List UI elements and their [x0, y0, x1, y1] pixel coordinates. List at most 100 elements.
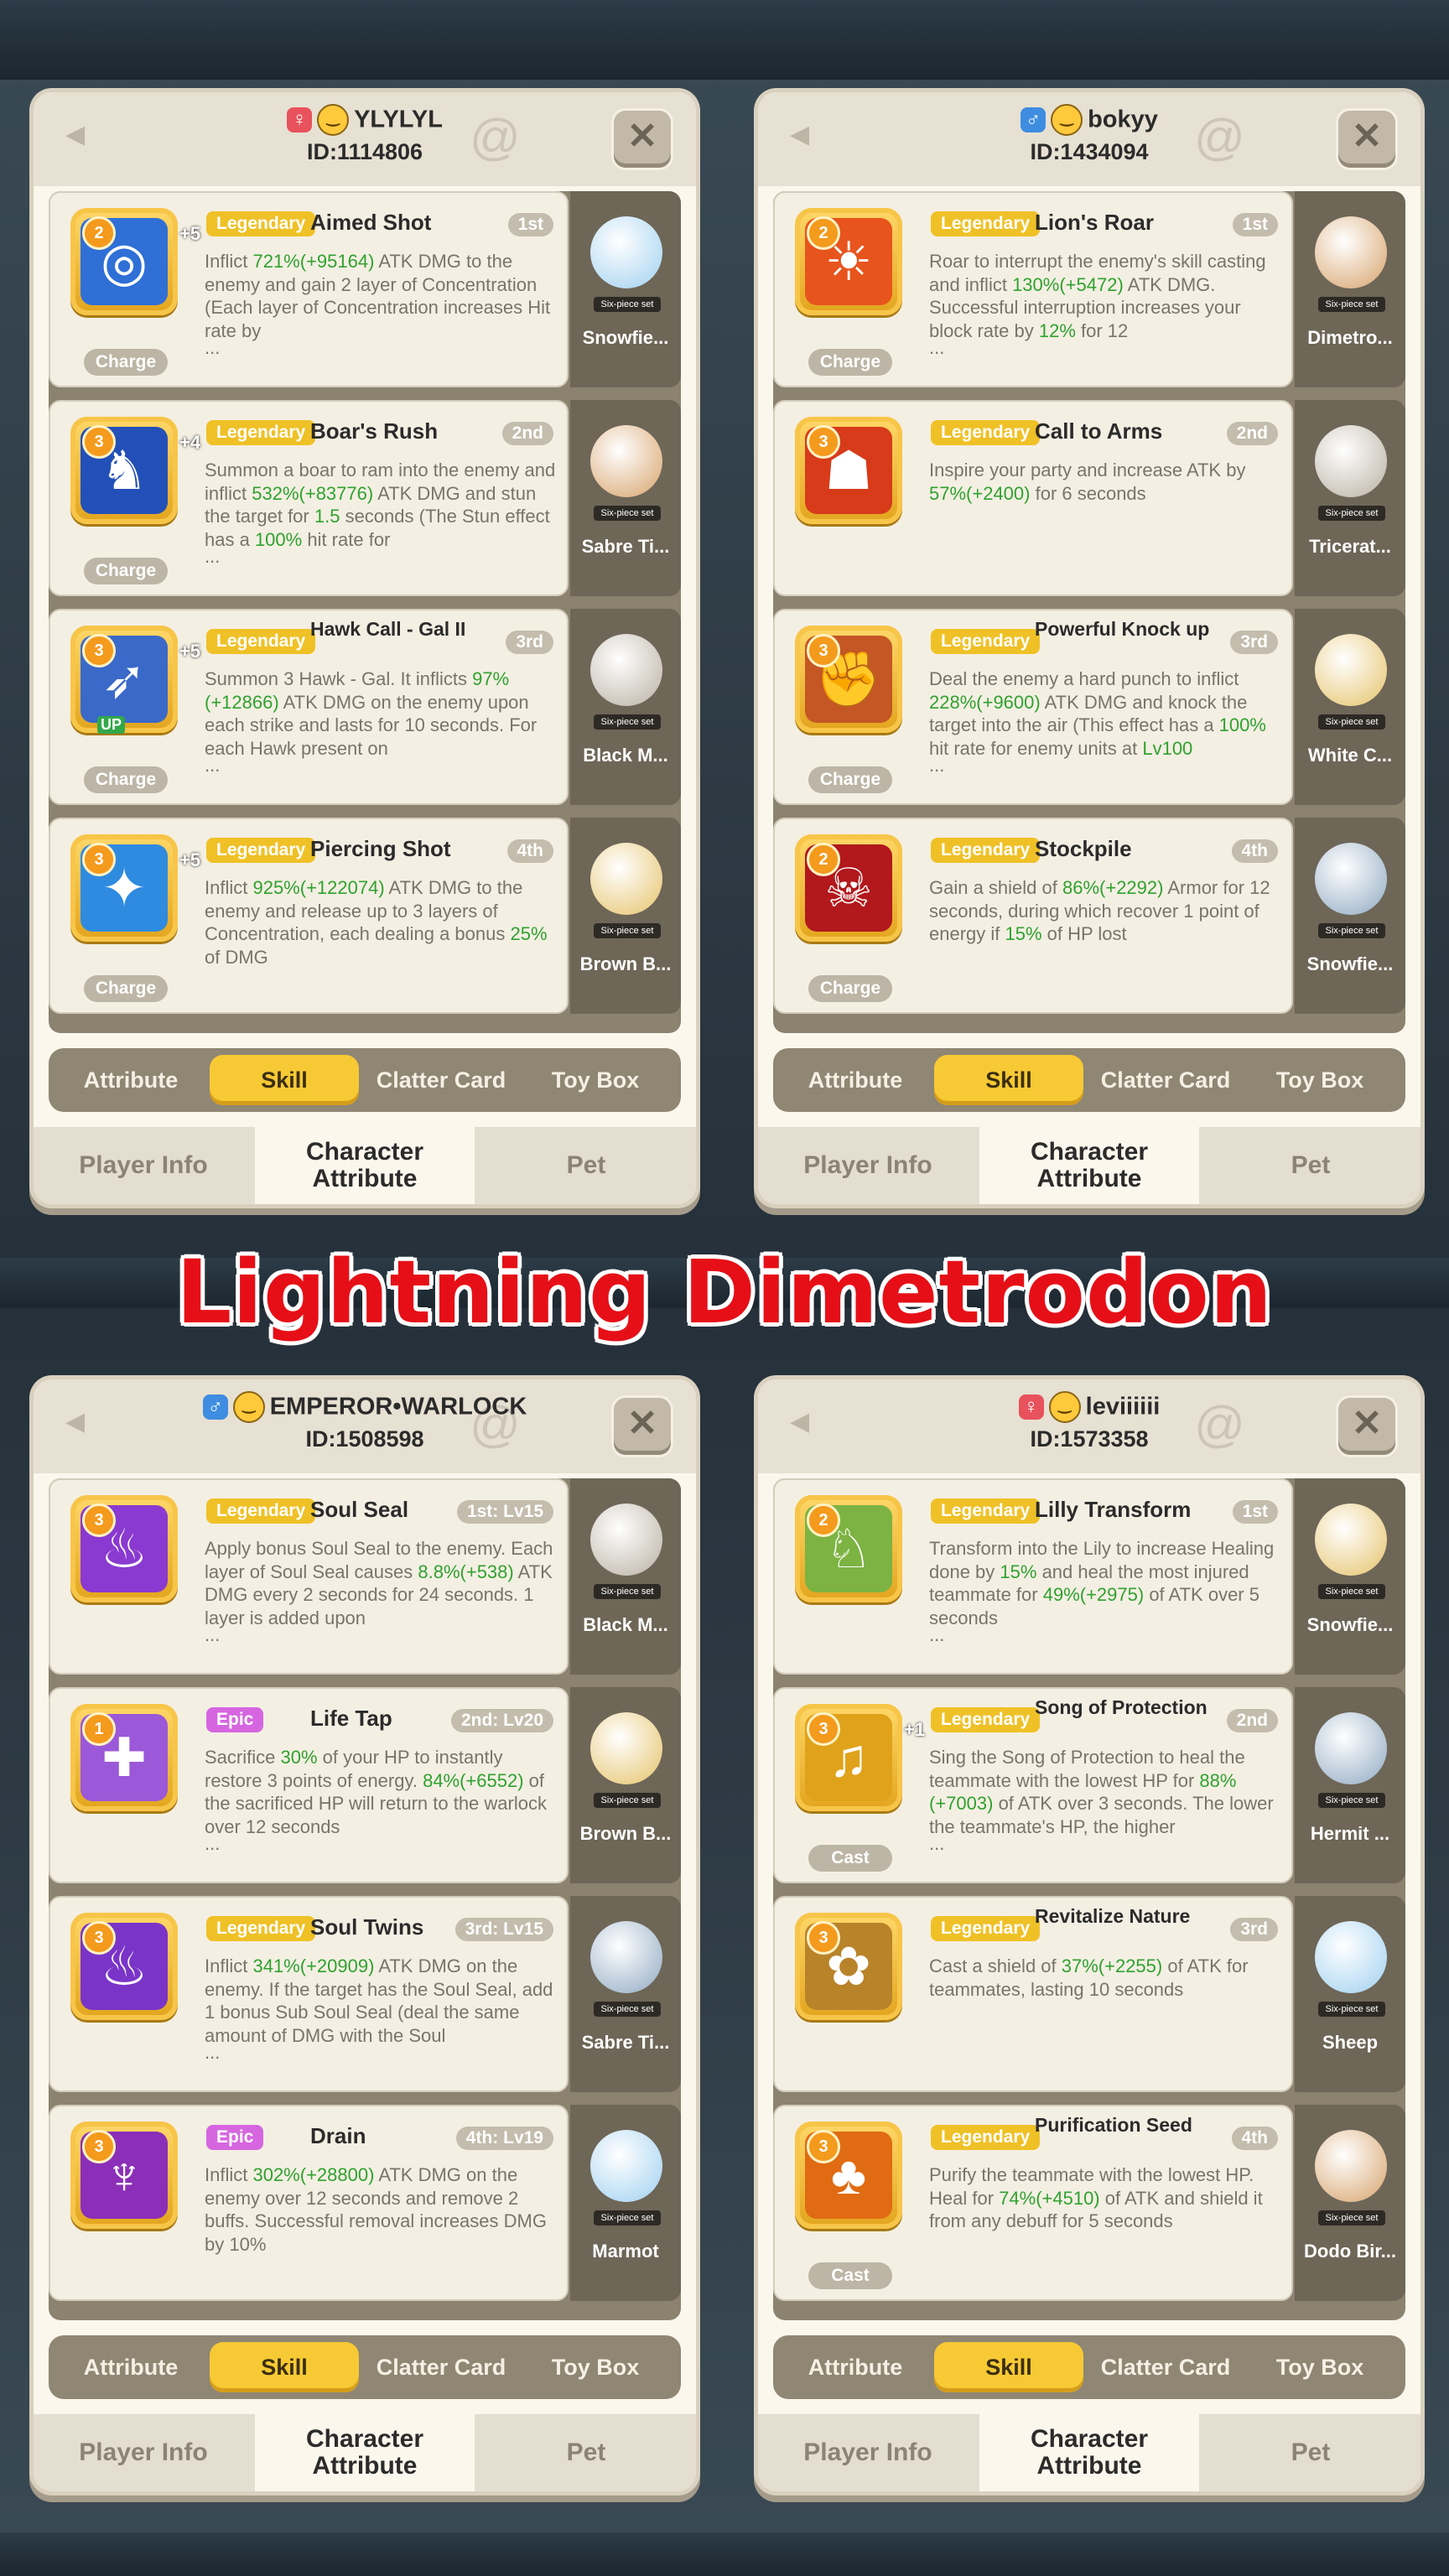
skill-rank-badge: 1 [82, 1712, 116, 1746]
character-name: Snowfie... [1306, 953, 1394, 974]
skill-plus-level: +1 [904, 1719, 926, 1740]
tab-clatter-card[interactable]: Clatter Card [366, 1048, 517, 1112]
skill-card[interactable]: ✊ 3 Charge Legendary Powerful Knock up 3rd Dea… [773, 609, 1405, 805]
tab-skill[interactable]: Skill [934, 2342, 1083, 2392]
nav-player-info[interactable]: Player Info [34, 2414, 253, 2491]
character-portrait-icon [1315, 1504, 1387, 1576]
skill-name: Call to Arms [1035, 418, 1163, 444]
player-profile-panel: ◀ @ ♀leviiiiii ID:1573358 ✕ ♘2LegendaryL… [758, 1379, 1420, 2491]
skill-card[interactable]: ♘ 2 Legendary Lilly Transform 1st Transform i… [773, 1478, 1405, 1675]
tab-toy-box[interactable]: Toy Box [1244, 1048, 1395, 1112]
character-slot[interactable]: Six-piece set Snowfie... [570, 191, 681, 387]
skill-card[interactable]: ✦ 3 +5 Charge Legendary Piercing Shot 4th Infli… [49, 818, 681, 1014]
skill-description: Sacrifice 30% of your HP to instantly re… [205, 1747, 547, 1854]
skill-card[interactable]: ☠ 2 Charge Legendary Stockpile 4th Gain a shie… [773, 818, 1405, 1014]
bottom-nav: Player Info Character Attribute Pet [758, 2414, 1420, 2491]
skill-card[interactable]: ♨ 3 Legendary Soul Twins 3rd: Lv15 Inflict 34… [49, 1896, 681, 2092]
skill-card-body: ✦ 3 +5 Charge Legendary Piercing Shot 4th Infli… [49, 818, 569, 1014]
tab-attribute[interactable]: Attribute [55, 1048, 206, 1112]
nav-pet[interactable]: Pet [476, 1127, 696, 1204]
skill-icon-frame: ☠ 2 [795, 834, 902, 942]
character-slot[interactable]: Six-piece set Marmot [570, 2105, 681, 2301]
rarity-badge: Epic [206, 1707, 264, 1732]
tab-attribute[interactable]: Attribute [780, 1048, 931, 1112]
nav-pet[interactable]: Pet [476, 2414, 696, 2491]
nav-character-attribute[interactable]: Character Attribute [255, 1127, 475, 1204]
skill-card[interactable]: ✚ 1 Epic Life Tap 2nd: Lv20 Sacrifice 30% of … [49, 1687, 681, 1883]
rarity-badge: Legendary [206, 838, 316, 863]
skill-card[interactable]: ◎ 2 +5 Charge Legendary Aimed Shot 1st Inflict … [49, 191, 681, 387]
close-button[interactable]: ✕ [614, 1398, 671, 1455]
skill-order-badge: 3rd [1230, 631, 1278, 654]
close-button[interactable]: ✕ [1338, 111, 1395, 168]
skill-card[interactable]: ♨ 3 Legendary Soul Seal 1st: Lv15 Apply bonus… [49, 1478, 681, 1675]
tab-attribute[interactable]: Attribute [55, 2335, 206, 2399]
skill-order-badge: 4th [1231, 2127, 1278, 2150]
tab-toy-box[interactable]: Toy Box [520, 1048, 671, 1112]
nav-pet[interactable]: Pet [1201, 1127, 1420, 1204]
rarity-badge: Legendary [931, 838, 1041, 863]
close-button[interactable]: ✕ [1338, 1398, 1395, 1455]
skill-card[interactable]: ☗ 3 Legendary Call to Arms 2nd Inspire your p… [773, 400, 1405, 596]
tab-clatter-card[interactable]: Clatter Card [366, 2335, 517, 2399]
skill-card-body: ➶ 3 +5 UP Charge Legendary Hawk Call - Gal II 3… [49, 609, 569, 805]
tab-clatter-card[interactable]: Clatter Card [1090, 2335, 1241, 2399]
six-piece-set-badge: Six-piece set [594, 297, 661, 312]
skill-card[interactable]: ☀ 2 Charge Legendary Lion's Roar 1st Roar to i… [773, 191, 1405, 387]
skill-description: Summon a boar to ram into the enemy and … [205, 460, 556, 567]
character-slot[interactable]: Six-piece set Dodo Bir... [1295, 2105, 1405, 2301]
skill-name: Stockpile [1035, 836, 1132, 861]
character-slot[interactable]: Six-piece set Sabre Ti... [570, 1896, 681, 2092]
player-name: YLYLYL [354, 106, 443, 133]
skill-description: Apply bonus Soul Seal to the enemy. Each… [205, 1538, 553, 1645]
nav-character-attribute[interactable]: Character Attribute [255, 2414, 475, 2491]
tab-toy-box[interactable]: Toy Box [520, 2335, 671, 2399]
character-slot[interactable]: Six-piece set Dimetro... [1295, 191, 1405, 387]
skill-card[interactable]: ♆ 3 Epic Drain 4th: Lv19 Inflict 302%(+28800)… [49, 2105, 681, 2301]
skill-order-badge: 1st [1232, 213, 1278, 236]
player-profile-panel: ◀ @ ♂EMPEROR•WARLOCK ID:1508598 ✕ ♨3Lege… [34, 1379, 696, 2491]
character-slot[interactable]: Six-piece set White C... [1295, 609, 1405, 805]
skill-order-badge: 3rd [506, 631, 553, 654]
close-button[interactable]: ✕ [614, 111, 671, 168]
tab-clatter-card[interactable]: Clatter Card [1090, 1048, 1241, 1112]
nav-player-info[interactable]: Player Info [758, 1127, 978, 1204]
skill-rank-badge: 3 [807, 2130, 840, 2163]
character-portrait-icon [590, 425, 662, 497]
tab-toy-box[interactable]: Toy Box [1244, 2335, 1395, 2399]
skill-card[interactable]: ➶ 3 +5 UP Charge Legendary Hawk Call - Gal II 3… [49, 609, 681, 805]
character-name: Brown B... [579, 953, 672, 974]
tab-skill[interactable]: Skill [934, 1055, 1083, 1105]
player-name: EMPEROR•WARLOCK [269, 1393, 527, 1420]
skill-card[interactable]: ♣ 3 Cast Legendary Purification Seed 4th Purif… [773, 2105, 1405, 2301]
tab-skill[interactable]: Skill [210, 1055, 359, 1105]
nav-player-info[interactable]: Player Info [758, 2414, 978, 2491]
character-slot[interactable]: Six-piece set Hermit ... [1295, 1687, 1405, 1883]
tab-attribute[interactable]: Attribute [780, 2335, 931, 2399]
skill-name: Hawk Call - Gal II [310, 618, 466, 640]
character-slot[interactable]: Six-piece set Sabre Ti... [570, 400, 681, 596]
skill-description: Inflict 925%(+122074) ATK DMG to the ene… [205, 877, 548, 968]
player-name-row: ♂ bokyy [758, 104, 1420, 136]
skill-card[interactable]: ♞ 3 +4 Charge Legendary Boar's Rush 2nd Summon … [49, 400, 681, 596]
nav-character-attribute[interactable]: Character Attribute [979, 2414, 1199, 2491]
skill-card[interactable]: ✿ 3 Legendary Revitalize Nature 3rd Cast a sh… [773, 1896, 1405, 2092]
character-slot[interactable]: Six-piece set Black M... [570, 609, 681, 805]
character-slot[interactable]: Six-piece set Tricerat... [1295, 400, 1405, 596]
character-portrait-icon [590, 634, 662, 706]
character-slot[interactable]: Six-piece set Black M... [570, 1478, 681, 1675]
nav-pet[interactable]: Pet [1201, 2414, 1420, 2491]
character-slot[interactable]: Six-piece set Sheep [1295, 1896, 1405, 2092]
skill-list: ◎ 2 +5 Charge Legendary Aimed Shot 1st Inflict … [49, 191, 681, 1033]
skill-rank-badge: 2 [82, 216, 116, 250]
tab-skill[interactable]: Skill [210, 2342, 359, 2392]
skill-card[interactable]: ♫ 3 +1 Cast Legendary Song of Protection 2nd Si… [773, 1687, 1405, 1883]
nav-character-attribute[interactable]: Character Attribute [979, 1127, 1199, 1204]
player-name: bokyy [1088, 106, 1158, 133]
nav-player-info[interactable]: Player Info [34, 1127, 253, 1204]
character-slot[interactable]: Six-piece set Snowfie... [1295, 1478, 1405, 1675]
character-slot[interactable]: Six-piece set Snowfie... [1295, 818, 1405, 1014]
character-slot[interactable]: Six-piece set Brown B... [570, 818, 681, 1014]
character-name: Snowfie... [1306, 1614, 1394, 1635]
character-slot[interactable]: Six-piece set Brown B... [570, 1687, 681, 1883]
